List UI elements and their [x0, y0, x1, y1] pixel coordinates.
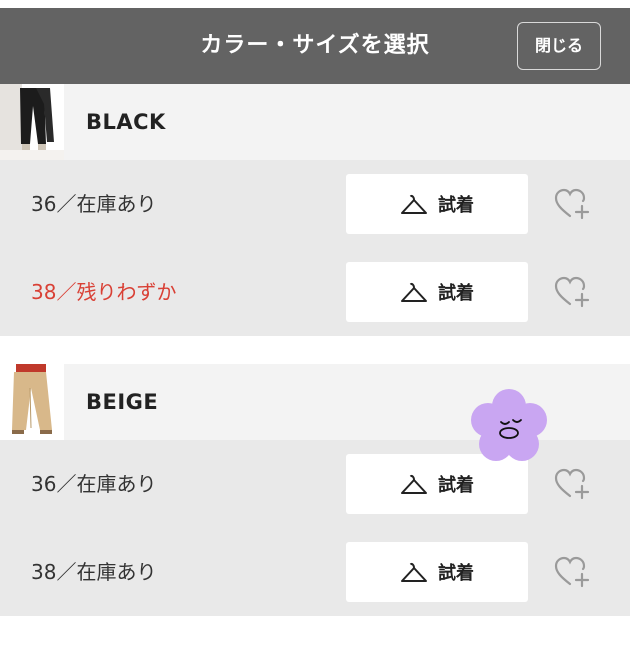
tryon-label: 試着: [438, 283, 474, 304]
hanger-icon: [401, 475, 427, 494]
hanger-icon: [401, 195, 427, 214]
product-thumbnail-beige: [0, 364, 64, 440]
hanger-icon: [401, 563, 427, 582]
heart-plus-icon[interactable]: [553, 272, 593, 312]
tryon-label: 試着: [438, 195, 474, 216]
hanger-icon: [401, 283, 427, 302]
heart-plus-icon[interactable]: [553, 464, 593, 504]
size-row-beige-38: 38／在庫あり 試着: [0, 528, 630, 616]
flower-sticker: [471, 389, 547, 461]
size-row-black-36: 36／在庫あり 試着: [0, 160, 630, 248]
close-button[interactable]: 閉じる: [517, 22, 601, 70]
tryon-label: 試着: [438, 563, 474, 584]
tryon-button[interactable]: 試着: [346, 262, 528, 322]
color-name: BEIGE: [86, 390, 159, 414]
heart-plus-icon[interactable]: [553, 184, 593, 224]
size-stock-label: 38／在庫あり: [31, 560, 157, 584]
color-name: BLACK: [86, 110, 166, 134]
size-stock-label: 38／残りわずか: [31, 280, 177, 304]
color-header-black[interactable]: BLACK: [0, 84, 630, 160]
product-thumbnail-black: [0, 84, 64, 160]
tryon-label: 試着: [438, 475, 474, 496]
size-row-black-38: 38／残りわずか 試着: [0, 248, 630, 336]
size-stock-label: 36／在庫あり: [31, 472, 157, 496]
size-stock-label: 36／在庫あり: [31, 192, 157, 216]
tryon-button[interactable]: 試着: [346, 174, 528, 234]
heart-plus-icon[interactable]: [553, 552, 593, 592]
tryon-button[interactable]: 試着: [346, 542, 528, 602]
modal-header: カラー・サイズを選択 閉じる: [0, 8, 630, 84]
